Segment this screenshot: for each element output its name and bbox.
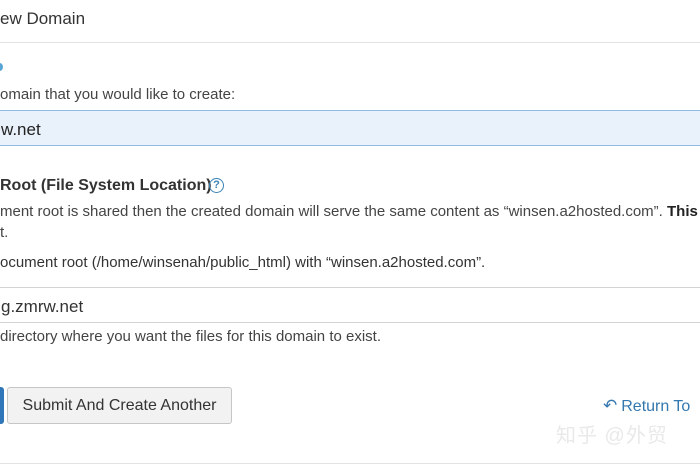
return-link[interactable]: ↶ Return To <box>603 396 690 416</box>
shared-root-note: ment root is shared then the created dom… <box>0 203 700 220</box>
replace-root-note: ocument root (/home/winsenah/public_html… <box>0 254 486 271</box>
watermark: 知乎 @外贸 <box>556 425 668 447</box>
document-root-help-text: directory where you want the files for t… <box>0 328 382 345</box>
top-divider <box>0 42 700 43</box>
bottom-divider <box>0 463 700 464</box>
return-link-label[interactable]: Return To <box>621 398 690 415</box>
page-title: ew Domain <box>0 9 86 28</box>
question-circle-icon[interactable]: ? <box>209 178 224 193</box>
document-root-input[interactable]: g.zmrw.net <box>0 287 700 323</box>
shared-root-note-line2: t. <box>0 224 9 241</box>
domain-input[interactable]: w.net <box>0 110 700 146</box>
submit-and-create-another-button[interactable]: Submit And Create Another <box>7 387 232 424</box>
submit-button[interactable] <box>0 387 4 424</box>
return-arrow-icon: ↶ <box>603 396 618 415</box>
document-root-label: Root (File System Location) <box>0 177 212 194</box>
shared-root-note-text: ment root is shared then the created dom… <box>0 203 663 220</box>
info-icon <box>0 63 3 71</box>
shared-root-note-bold: This s <box>667 203 700 220</box>
domain-help-text: omain that you would like to create: <box>0 86 236 103</box>
